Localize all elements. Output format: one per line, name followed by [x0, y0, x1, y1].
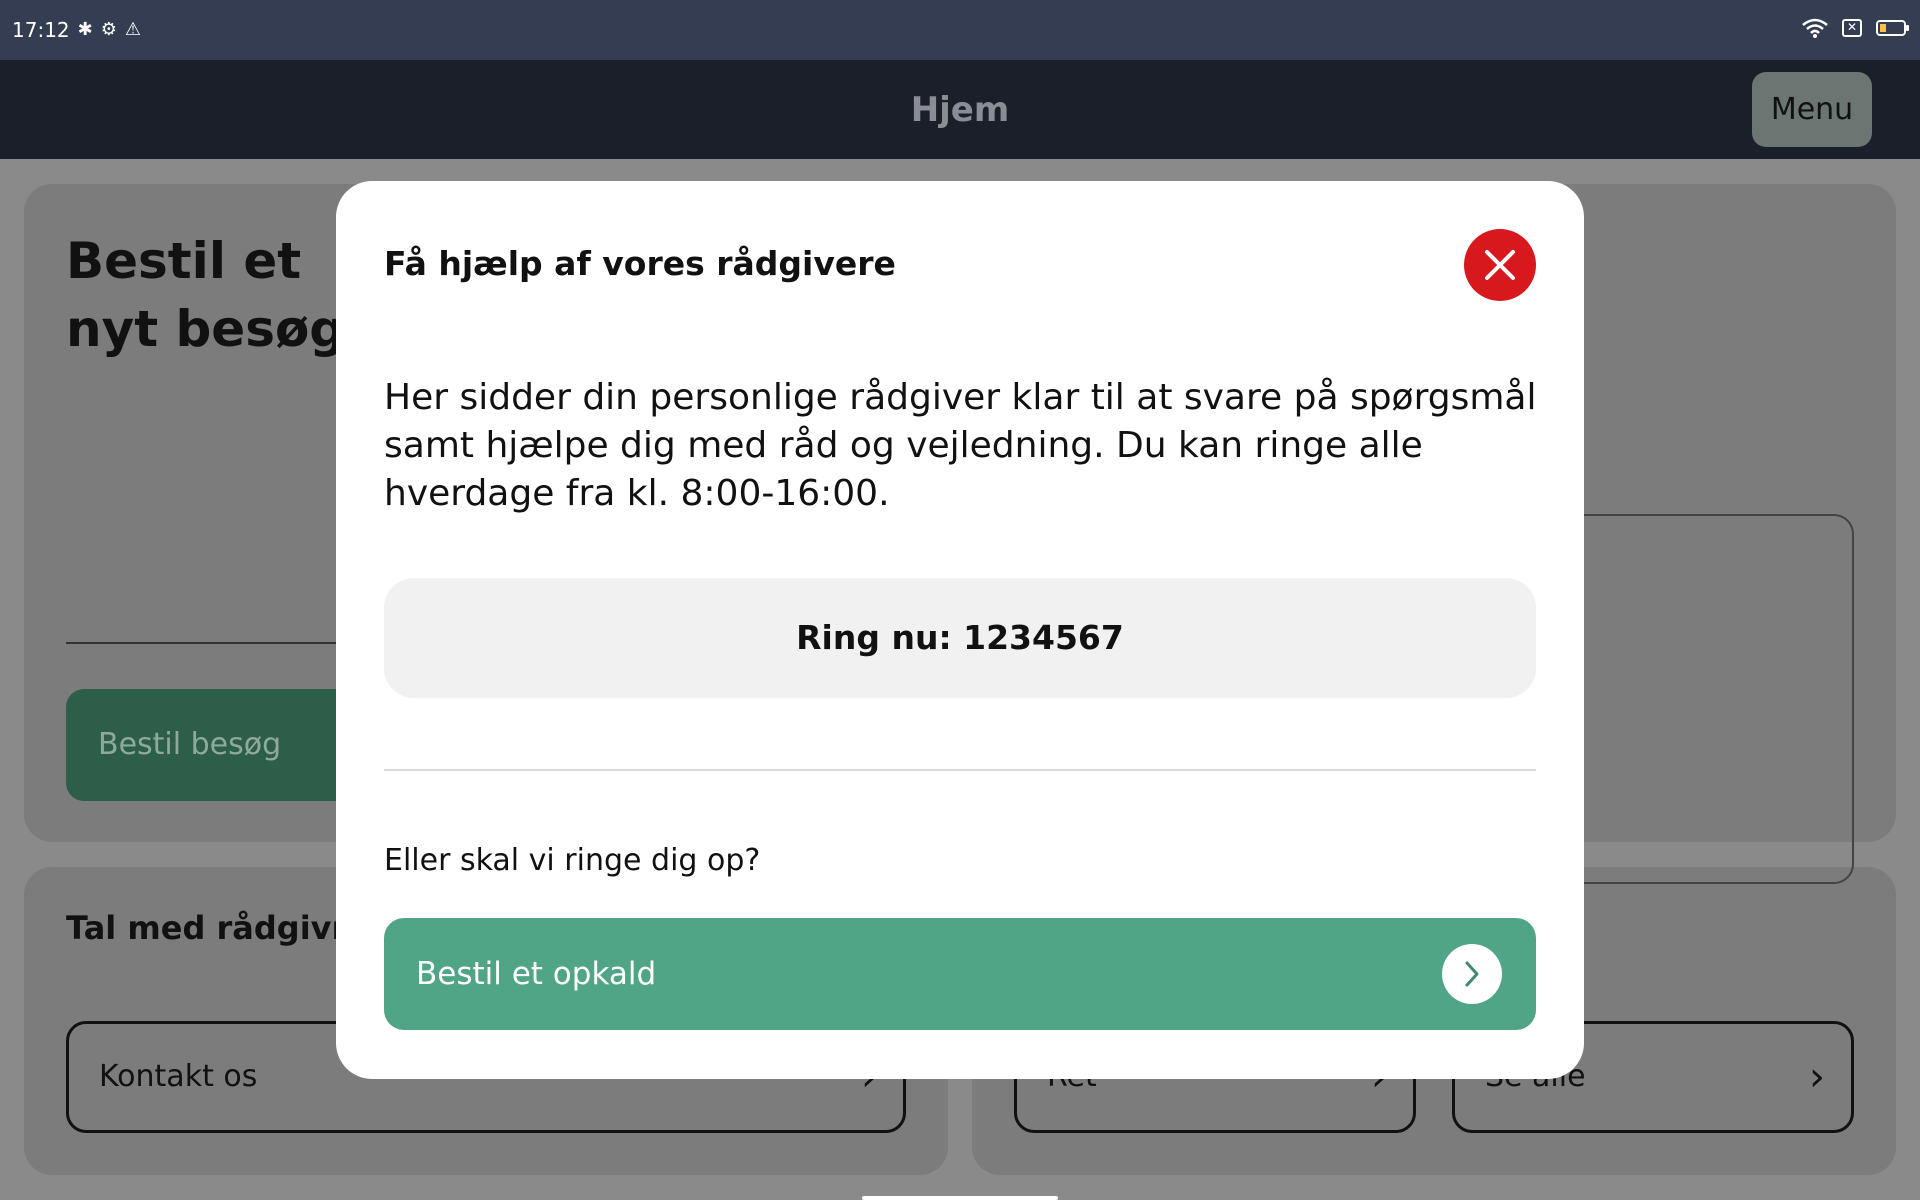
info-box: [1552, 514, 1854, 884]
no-sim-icon: ✕: [1842, 19, 1862, 37]
page-title: Hjem: [910, 90, 1010, 130]
status-bar: 17:12 ✱ ⚙ ⚠ ✕: [0, 0, 1920, 60]
dialog-description: Her sidder din personlige rådgiver klar …: [384, 377, 1537, 514]
app-header: Hjem Menu: [0, 60, 1920, 159]
chevron-right-icon: ›: [1809, 1054, 1825, 1100]
order-call-label: Bestil et opkald: [416, 956, 657, 992]
close-icon: [1485, 250, 1515, 280]
help-dialog: Få hjælp af vores rådgivere Her sidder d…: [336, 181, 1584, 1079]
bluetooth-icon: ✱: [77, 19, 93, 40]
chevron-right-icon: [1465, 961, 1479, 987]
close-button[interactable]: [1464, 229, 1536, 301]
clock: 17:12: [12, 18, 70, 42]
order-call-button[interactable]: Bestil et opkald: [384, 918, 1536, 1030]
contact-us-label: Kontakt os: [99, 1059, 258, 1094]
battery-icon: [1876, 20, 1909, 36]
divider: [66, 642, 366, 644]
callback-question: Eller skal vi ringe dig op?: [384, 843, 761, 878]
divider: [384, 769, 1536, 771]
dialog-title: Få hjælp af vores rådgivere: [384, 244, 896, 283]
menu-button[interactable]: Menu: [1752, 72, 1872, 147]
settings-icon: ⚙: [100, 19, 117, 40]
chevron-circle: [1442, 944, 1502, 1004]
warning-icon: ⚠: [124, 19, 142, 40]
call-now-button[interactable]: Ring nu: 1234567: [384, 578, 1536, 698]
visit-card-title: Bestil et nyt besøg: [66, 232, 346, 358]
home-indicator: [862, 1196, 1058, 1200]
wifi-icon: [1802, 18, 1828, 38]
